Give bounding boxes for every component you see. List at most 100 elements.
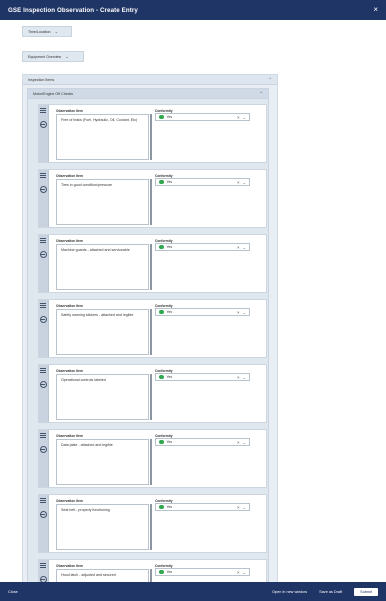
- resize-handle[interactable]: [150, 374, 152, 420]
- observation-card: Observation Item Machine guards - attache…: [38, 234, 267, 293]
- card-rail: [39, 560, 49, 582]
- resize-handle[interactable]: [150, 114, 152, 160]
- observation-item-field[interactable]: Operational controls labeled: [56, 374, 149, 420]
- observation-card: Observation Item Safety warning stickers …: [38, 299, 267, 358]
- clear-icon[interactable]: ×: [237, 180, 240, 185]
- resize-handle[interactable]: [150, 439, 152, 485]
- observation-card: Observation Item Operational controls lab…: [38, 364, 267, 423]
- conformity-value: Yes: [166, 310, 173, 314]
- remove-item-icon[interactable]: [39, 511, 47, 518]
- window-title: GSE Inspection Observation - Create Entr…: [8, 6, 138, 14]
- title-bar: GSE Inspection Observation - Create Entr…: [0, 0, 386, 20]
- observation-item-field[interactable]: Hood latch - adjusted and secured: [56, 569, 149, 582]
- conformity-value: Yes: [166, 505, 173, 509]
- observation-item-label: Observation Item: [56, 109, 83, 113]
- equipment-overview-section-header[interactable]: Equipment Overview ⌄: [22, 51, 84, 62]
- status-dot-icon: [159, 309, 164, 315]
- clear-icon[interactable]: ×: [237, 505, 240, 510]
- conformity-select[interactable]: Yes × ⌄: [155, 178, 250, 186]
- conformity-value: Yes: [166, 180, 173, 184]
- observation-item-label: Observation Item: [56, 369, 83, 373]
- motor-engine-off-checks-panel: Motor/Engine Off Checks ⌃ Observation It…: [27, 88, 269, 582]
- drag-handle-icon[interactable]: [40, 498, 46, 503]
- chevron-down-icon: ⌄: [65, 53, 69, 59]
- drag-handle-icon[interactable]: [40, 238, 46, 243]
- observation-item-label: Observation Item: [56, 174, 83, 178]
- observation-card: Observation Item Hood latch - adjusted an…: [38, 559, 267, 582]
- conformity-select[interactable]: Yes × ⌄: [155, 568, 250, 576]
- chevron-down-icon[interactable]: ⌄: [243, 505, 246, 510]
- clear-icon[interactable]: ×: [237, 570, 240, 575]
- remove-item-icon[interactable]: [39, 186, 47, 193]
- observation-item-label: Observation Item: [56, 499, 83, 503]
- time-location-section-header[interactable]: Time/Location ⌄: [22, 26, 72, 37]
- remove-item-icon[interactable]: [39, 121, 47, 128]
- form-content[interactable]: Time/Location ⌄ Equipment Overview ⌄ Ins…: [0, 20, 386, 582]
- conformity-select[interactable]: Yes × ⌄: [155, 438, 250, 446]
- observation-item-field[interactable]: Tires in good condition/pressure: [56, 179, 149, 225]
- close-icon[interactable]: ×: [373, 6, 378, 14]
- remove-item-icon[interactable]: [39, 446, 47, 453]
- conformity-select[interactable]: Yes × ⌄: [155, 113, 250, 121]
- observation-item-field[interactable]: Machine guards - attached and serviceabl…: [56, 244, 149, 290]
- card-rail: [39, 105, 49, 162]
- drag-handle-icon[interactable]: [40, 303, 46, 308]
- resize-handle[interactable]: [150, 309, 152, 355]
- submit-button[interactable]: Submit: [354, 587, 378, 596]
- remove-item-icon[interactable]: [39, 316, 47, 323]
- close-button[interactable]: Close: [8, 590, 18, 594]
- remove-item-icon[interactable]: [39, 251, 47, 258]
- chevron-down-icon[interactable]: ⌄: [243, 440, 246, 445]
- clear-icon[interactable]: ×: [237, 115, 240, 120]
- resize-handle[interactable]: [150, 244, 152, 290]
- observation-item-field[interactable]: Free of leaks (Fuel, Hydraulic, Oil, Coo…: [56, 114, 149, 160]
- card-rail: [39, 170, 49, 227]
- card-rail: [39, 365, 49, 422]
- status-dot-icon: [159, 569, 164, 575]
- conformity-value: Yes: [166, 570, 173, 574]
- chevron-down-icon[interactable]: ⌄: [243, 115, 246, 120]
- drag-handle-icon[interactable]: [40, 173, 46, 178]
- resize-handle[interactable]: [150, 179, 152, 225]
- chevron-down-icon[interactable]: ⌄: [243, 570, 246, 575]
- drag-handle-icon[interactable]: [40, 563, 46, 568]
- resize-handle[interactable]: [150, 504, 152, 550]
- clear-icon[interactable]: ×: [237, 245, 240, 250]
- conformity-value: Yes: [166, 440, 173, 444]
- conformity-select[interactable]: Yes × ⌄: [155, 373, 250, 381]
- drag-handle-icon[interactable]: [40, 433, 46, 438]
- equipment-overview-label: Equipment Overview: [28, 54, 62, 59]
- clear-icon[interactable]: ×: [237, 375, 240, 380]
- inspection-items-label: Inspection Items: [28, 77, 55, 82]
- conformity-select[interactable]: Yes × ⌄: [155, 308, 250, 316]
- conformity-select[interactable]: Yes × ⌄: [155, 243, 250, 251]
- remove-item-icon[interactable]: [39, 381, 47, 388]
- card-rail: [39, 300, 49, 357]
- observation-item-label: Observation Item: [56, 239, 83, 243]
- drag-handle-icon[interactable]: [40, 368, 46, 373]
- observation-item-field[interactable]: Safety warning stickers - attached and l…: [56, 309, 149, 355]
- chevron-down-icon[interactable]: ⌄: [243, 180, 246, 185]
- card-rail: [39, 430, 49, 487]
- chevron-down-icon[interactable]: ⌄: [243, 375, 246, 380]
- observation-card: Observation Item Data plate - attached an…: [38, 429, 267, 488]
- status-dot-icon: [159, 374, 164, 380]
- status-dot-icon: [159, 504, 164, 510]
- clear-icon[interactable]: ×: [237, 440, 240, 445]
- chevron-up-icon: ⌃: [259, 90, 263, 96]
- chevron-down-icon: ⌄: [54, 28, 59, 34]
- conformity-select[interactable]: Yes × ⌄: [155, 503, 250, 511]
- chevron-down-icon[interactable]: ⌄: [243, 310, 246, 315]
- status-dot-icon: [159, 439, 164, 445]
- save-as-draft-button[interactable]: Save as Draft: [319, 590, 342, 594]
- chevron-down-icon[interactable]: ⌄: [243, 245, 246, 250]
- motor-engine-off-checks-header[interactable]: Motor/Engine Off Checks ⌃: [28, 89, 268, 99]
- inspection-items-header[interactable]: Inspection Items ⌃: [23, 75, 277, 85]
- status-dot-icon: [159, 114, 164, 120]
- open-in-new-window-button[interactable]: Open in new window: [272, 590, 307, 594]
- drag-handle-icon[interactable]: [40, 108, 46, 113]
- clear-icon[interactable]: ×: [237, 310, 240, 315]
- observation-item-field[interactable]: Data plate - attached and legible: [56, 439, 149, 485]
- resize-handle[interactable]: [150, 569, 152, 582]
- observation-item-field[interactable]: Seat belt - properly functioning: [56, 504, 149, 550]
